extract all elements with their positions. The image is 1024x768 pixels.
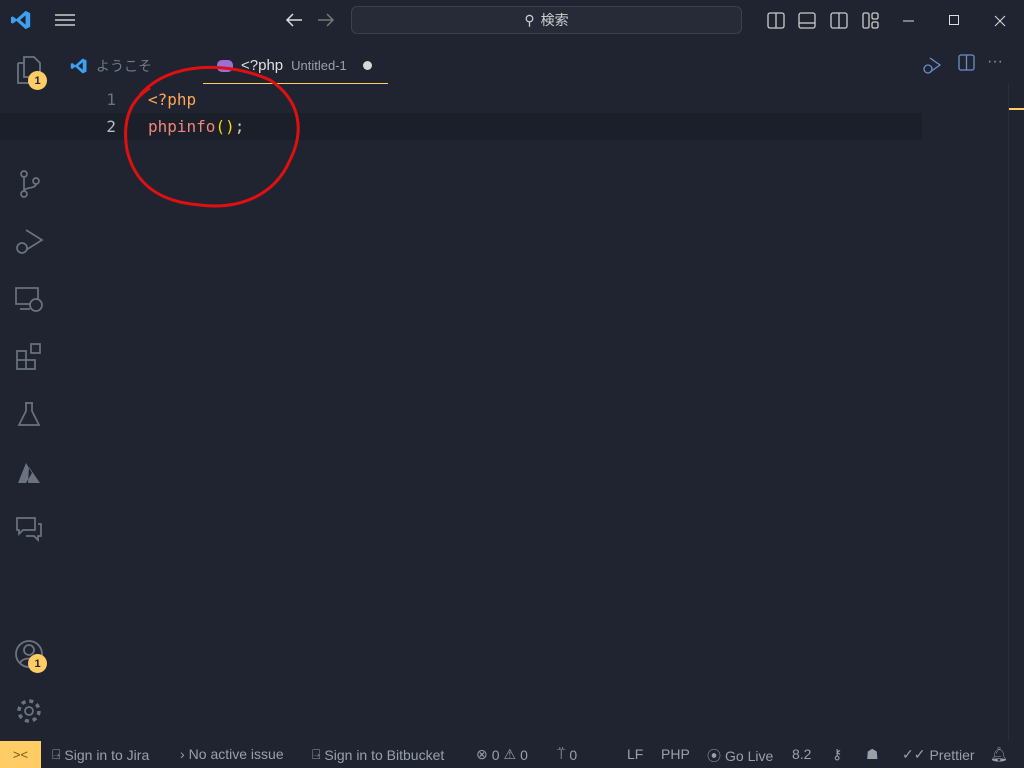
php-version[interactable]: 8.2	[792, 746, 811, 762]
eol[interactable]: LF	[627, 746, 643, 762]
status-bar: >< ⍈ Sign in to Jira › No active issue ⍈ Si…	[0, 741, 1024, 768]
jira-signin[interactable]: ⍈ Sign in to Jira	[52, 746, 149, 763]
broadcast-icon: ⍡	[557, 746, 566, 762]
red-annotation-circle	[124, 65, 300, 208]
remote-indicator-icon[interactable]: ><	[0, 741, 41, 768]
key-icon[interactable]: ⚷	[832, 746, 842, 763]
broadcast-icon: ⦿	[707, 748, 721, 764]
ports[interactable]: ⍡ 0	[557, 746, 577, 763]
prettier[interactable]: ✓✓ Prettier	[902, 746, 975, 763]
chevron-right-icon: ›	[180, 746, 185, 762]
sign-in-icon: ⍈	[312, 746, 321, 762]
language-mode[interactable]: PHP	[661, 746, 690, 762]
error-icon: ⊗	[476, 746, 488, 762]
bitbucket-signin[interactable]: ⍈ Sign in to Bitbucket	[312, 746, 444, 763]
problems[interactable]: ⊗ 0 ⚠ 0	[476, 746, 528, 763]
double-check-icon: ✓✓	[902, 746, 926, 762]
copilot-icon[interactable]: ☗	[866, 746, 879, 763]
sign-in-icon: ⍈	[52, 746, 61, 762]
active-issue[interactable]: › No active issue	[180, 746, 284, 762]
go-live[interactable]: ⦿ Go Live	[707, 746, 773, 766]
notifications-bell-icon[interactable]: 🔔︎	[990, 746, 1008, 763]
warning-icon: ⚠	[503, 746, 517, 762]
